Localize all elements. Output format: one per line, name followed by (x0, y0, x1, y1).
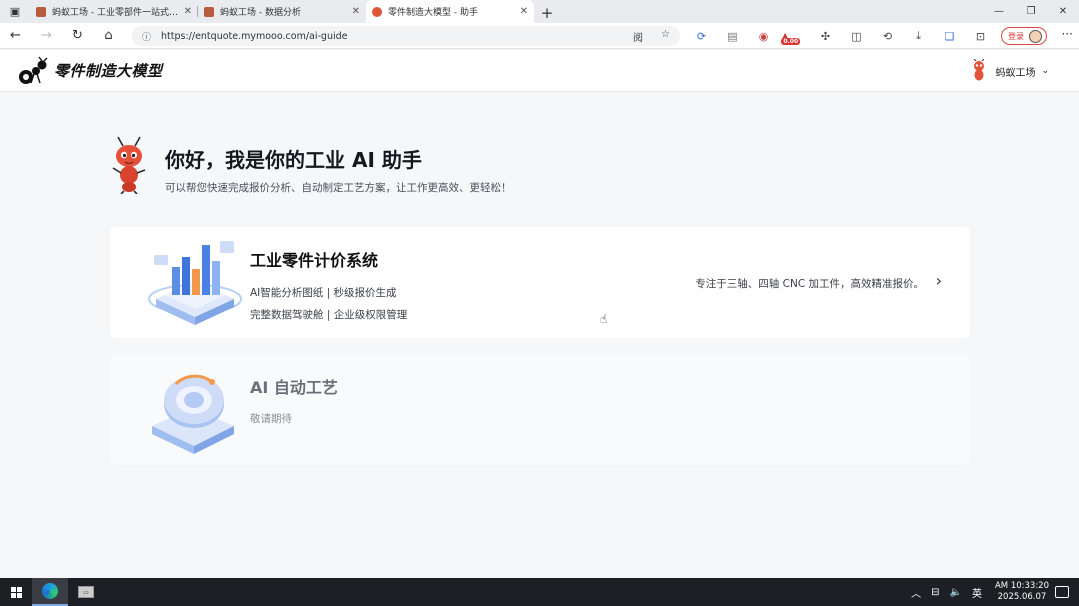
ant-mascot-icon (112, 136, 146, 194)
split-screen-icon[interactable]: ◫ (841, 30, 872, 43)
clock[interactable]: AM 10:33:20 2025.06.07 (995, 581, 1049, 603)
close-tab-icon[interactable]: ✕ (184, 6, 192, 17)
tab-title: 蚂蚁工场 - 数据分析 (220, 8, 301, 18)
bar-chart-illustration-icon (148, 241, 242, 325)
compass-ext-icon[interactable]: ◉ (748, 30, 779, 43)
windows-taskbar: ▭ ︿ ⊟ 🔈 英 AM 10:33:20 2025.06.07 (0, 578, 1079, 606)
taskbar-app[interactable]: ▭ (68, 578, 104, 606)
system-tray: ︿ ⊟ 🔈 英 AM 10:33:20 2025.06.07 (906, 578, 1079, 606)
screenshot-icon[interactable]: ⊡ (965, 30, 996, 43)
more-menu-icon[interactable]: ··· (1062, 27, 1073, 41)
app-header: 零件制造大模型 蚂蚁工场 ⌄ (0, 50, 1079, 92)
ant-avatar-icon (974, 59, 985, 81)
browser-tab[interactable]: 蚂蚁工场 - 数据分析 ✕ (198, 1, 366, 22)
card-feature-line: AI智能分析图纸 | 秒级报价生成 (250, 287, 397, 299)
chevron-down-icon: ⌄ (1041, 66, 1049, 76)
remote-desktop-icon: ▭ (78, 586, 94, 598)
card-title: 工业零件计价系统 (250, 251, 379, 270)
home-icon[interactable]: ⌂ (93, 23, 124, 49)
downloads-icon[interactable]: ⤓ (903, 29, 934, 43)
user-name: 蚂蚁工场 (995, 67, 1036, 79)
hero-subtitle: 可以帮您快速完成报价分析、自动制定工艺方案，让工作更高效、更轻松！ (165, 182, 512, 194)
taskbar-edge[interactable] (32, 578, 68, 606)
brand-name: 零件制造大模型 (54, 62, 163, 80)
ant-favicon-icon (372, 6, 382, 17)
forward-icon[interactable]: → (31, 23, 62, 49)
volume-icon[interactable]: 🔈 (950, 587, 962, 598)
gear-illustration-icon (152, 374, 234, 454)
coming-soon-text: 敬请期待 (250, 413, 292, 425)
card-title: AI 自动工艺 (250, 378, 338, 397)
browser-toolbar: ← → ↻ ⌂ ⓘ https://entquote.mymooo.com/ai… (0, 23, 1079, 49)
extensions-puzzle-icon[interactable]: ✣ (810, 30, 841, 43)
url-text: https://entquote.mymooo.com/ai-guide (161, 30, 348, 42)
start-button[interactable] (0, 578, 32, 606)
card-feature-line: 完整数据驾驶舱 | 企业级权限管理 (250, 309, 408, 321)
notification-icon[interactable] (1055, 586, 1069, 598)
close-tab-icon[interactable]: ✕ (520, 6, 528, 17)
ant-logo-icon (19, 56, 48, 84)
user-menu[interactable]: 蚂蚁工场 ⌄ (969, 59, 1049, 83)
tab-title: 蚂蚁工场 - 工业零部件一站式采购 (52, 8, 180, 18)
favicon-icon (204, 6, 214, 17)
translate-ext-icon[interactable]: ⟳ (686, 30, 717, 43)
hand-cursor-icon: ☝ (600, 312, 608, 326)
reader-mode-icon[interactable]: 阅 (633, 29, 643, 44)
profile-label: 登录 (1008, 31, 1024, 41)
show-hidden-icons-icon[interactable]: ︿ (911, 585, 921, 600)
new-tab-button[interactable]: + (534, 2, 560, 23)
window-controls: — ❐ ✕ (983, 0, 1079, 23)
clock-date: 2025.06.07 (997, 592, 1047, 602)
ai-process-card[interactable]: AI 自动工艺 敬请期待 (110, 354, 970, 465)
reading-list-icon[interactable]: ▤ (717, 30, 748, 43)
download-ext-icon[interactable]: ▲ 0.00 (779, 30, 810, 45)
profile-button[interactable]: 登录 (1001, 27, 1047, 45)
favorite-star-icon[interactable]: ☆ (661, 29, 670, 44)
tab-title: 零件制造大模型 - 助手 (388, 8, 478, 18)
close-tab-icon[interactable]: ✕ (352, 6, 360, 17)
windows-logo-icon (10, 586, 22, 598)
close-window-icon[interactable]: ✕ (1047, 0, 1079, 23)
favicon-icon (36, 6, 46, 17)
clock-time: AM 10:33:20 (994, 581, 1049, 591)
chevron-right-icon[interactable]: › (936, 271, 942, 290)
browser-tab-strip: ▣ 蚂蚁工场 - 工业零部件一站式采购 ✕ 蚂蚁工场 - 数据分析 ✕ 零件制造… (0, 0, 1079, 23)
brand-logo[interactable]: 零件制造大模型 (18, 56, 163, 86)
ext-badge: 0.00 (781, 37, 801, 45)
refresh-icon[interactable]: ↻ (62, 23, 93, 49)
back-icon[interactable]: ← (0, 23, 31, 49)
ime-indicator[interactable]: 英 (972, 585, 982, 600)
restore-icon[interactable]: ❐ (1015, 0, 1047, 23)
history-icon[interactable]: ⟲ (872, 30, 903, 43)
browser-tab[interactable]: 蚂蚁工场 - 工业零部件一站式采购 ✕ (30, 1, 198, 22)
collections-icon[interactable]: ❏ (934, 30, 965, 43)
site-info-icon[interactable]: ⓘ (142, 30, 151, 43)
tab-actions-icon[interactable]: ▣ (0, 0, 30, 23)
minimize-icon[interactable]: — (983, 0, 1015, 23)
card-description: 专注于三轴、四轴 CNC 加工件，高效精准报价。 (695, 278, 924, 290)
address-bar[interactable]: ⓘ https://entquote.mymooo.com/ai-guide 阅… (132, 26, 680, 46)
browser-tab-active[interactable]: 零件制造大模型 - 助手 ✕ (366, 0, 534, 23)
hero-title: 你好，我是你的工业 AI 助手 (165, 148, 422, 172)
network-icon[interactable]: ⊟ (931, 587, 939, 598)
avatar (1029, 29, 1042, 43)
extensions-bar: ⟳ ▤ ◉ ▲ 0.00 ✣ ◫ ⟲ ⤓ ❏ ⊡ (686, 26, 996, 46)
pricing-system-card[interactable]: 工业零件计价系统 AI智能分析图纸 | 秒级报价生成 完整数据驾驶舱 | 企业级… (110, 227, 970, 338)
edge-browser-icon (42, 583, 58, 599)
